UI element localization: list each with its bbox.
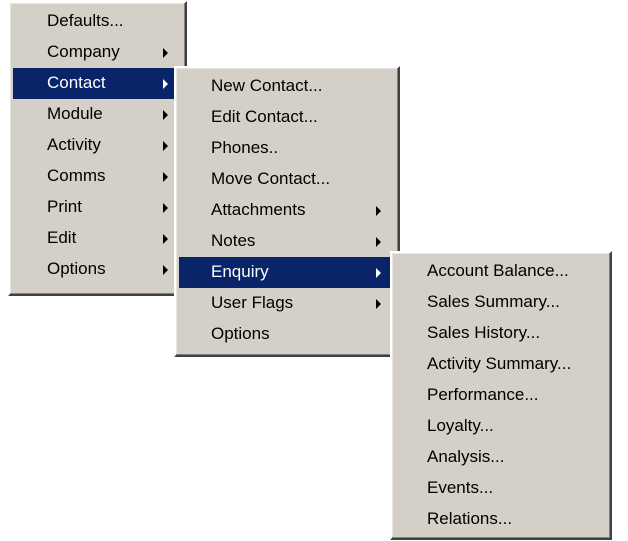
menu-item-label: Options <box>47 259 106 278</box>
menu-item-options[interactable]: Options <box>13 254 182 285</box>
main-menu: Defaults... Company Contact Module Activ… <box>8 1 187 296</box>
menu-item-label: Activity <box>47 135 101 154</box>
menu-item-module[interactable]: Module <box>13 99 182 130</box>
menu-item-label: Sales Summary... <box>427 292 560 311</box>
menu-item-sales-summary[interactable]: Sales Summary... <box>395 287 607 318</box>
menu-item-label: Phones.. <box>211 138 279 157</box>
enquiry-submenu: Account Balance... Sales Summary... Sale… <box>390 251 612 540</box>
menu-item-label: Performance... <box>427 385 539 404</box>
menu-item-events[interactable]: Events... <box>395 473 607 504</box>
menu-item-label: Print <box>47 197 82 216</box>
menu-item-label: Defaults... <box>47 11 124 30</box>
menu-item-relations[interactable]: Relations... <box>395 504 607 535</box>
menu-item-label: Notes <box>211 231 256 250</box>
menu-item-edit[interactable]: Edit <box>13 223 182 254</box>
menu-item-options[interactable]: Options <box>179 319 395 350</box>
menu-item-label: Sales History... <box>427 323 541 342</box>
menu-item-label: Activity Summary... <box>427 354 572 373</box>
menu-item-move-contact[interactable]: Move Contact... <box>179 164 395 195</box>
menu-item-comms[interactable]: Comms <box>13 161 182 192</box>
menu-item-performance[interactable]: Performance... <box>395 380 607 411</box>
menu-item-label: Events... <box>427 478 494 497</box>
menu-item-label: Relations... <box>427 509 513 528</box>
menu-item-label: Account Balance... <box>427 261 569 280</box>
menu-item-notes[interactable]: Notes <box>179 226 395 257</box>
submenu-arrow-icon <box>163 265 168 275</box>
contact-submenu: New Contact... Edit Contact... Phones.. … <box>174 66 400 357</box>
menu-item-enquiry[interactable]: Enquiry <box>179 257 395 288</box>
menu-item-analysis[interactable]: Analysis... <box>395 442 607 473</box>
menu-item-label: Options <box>211 324 270 343</box>
menu-item-loyalty[interactable]: Loyalty... <box>395 411 607 442</box>
menu-item-company[interactable]: Company <box>13 37 182 68</box>
menu-item-label: New Contact... <box>211 76 323 95</box>
menu-item-label: Analysis... <box>427 447 505 466</box>
submenu-arrow-icon <box>376 268 381 278</box>
menu-item-activity[interactable]: Activity <box>13 130 182 161</box>
submenu-arrow-icon <box>163 110 168 120</box>
menu-item-label: Move Contact... <box>211 169 331 188</box>
submenu-arrow-icon <box>376 299 381 309</box>
menu-item-label: Attachments <box>211 200 306 219</box>
menu-item-attachments[interactable]: Attachments <box>179 195 395 226</box>
menu-item-label: Comms <box>47 166 106 185</box>
submenu-arrow-icon <box>163 172 168 182</box>
menu-item-activity-summary[interactable]: Activity Summary... <box>395 349 607 380</box>
submenu-arrow-icon <box>376 237 381 247</box>
menu-item-label: Enquiry <box>211 262 269 281</box>
menu-item-print[interactable]: Print <box>13 192 182 223</box>
menu-item-sales-history[interactable]: Sales History... <box>395 318 607 349</box>
menu-item-edit-contact[interactable]: Edit Contact... <box>179 102 395 133</box>
menu-item-phones[interactable]: Phones.. <box>179 133 395 164</box>
submenu-arrow-icon <box>163 141 168 151</box>
submenu-arrow-icon <box>163 203 168 213</box>
menu-item-label: Contact <box>47 73 106 92</box>
menu-item-label: User Flags <box>211 293 294 312</box>
menu-item-label: Edit <box>47 228 77 247</box>
menu-item-account-balance[interactable]: Account Balance... <box>395 256 607 287</box>
menu-item-user-flags[interactable]: User Flags <box>179 288 395 319</box>
menu-item-defaults[interactable]: Defaults... <box>13 6 182 37</box>
submenu-arrow-icon <box>163 48 168 58</box>
menu-item-label: Module <box>47 104 103 123</box>
submenu-arrow-icon <box>376 206 381 216</box>
submenu-arrow-icon <box>163 79 168 89</box>
menu-item-new-contact[interactable]: New Contact... <box>179 71 395 102</box>
menu-item-label: Company <box>47 42 120 61</box>
menu-item-contact[interactable]: Contact <box>13 68 182 99</box>
menu-item-label: Loyalty... <box>427 416 494 435</box>
submenu-arrow-icon <box>163 234 168 244</box>
menu-item-label: Edit Contact... <box>211 107 318 126</box>
